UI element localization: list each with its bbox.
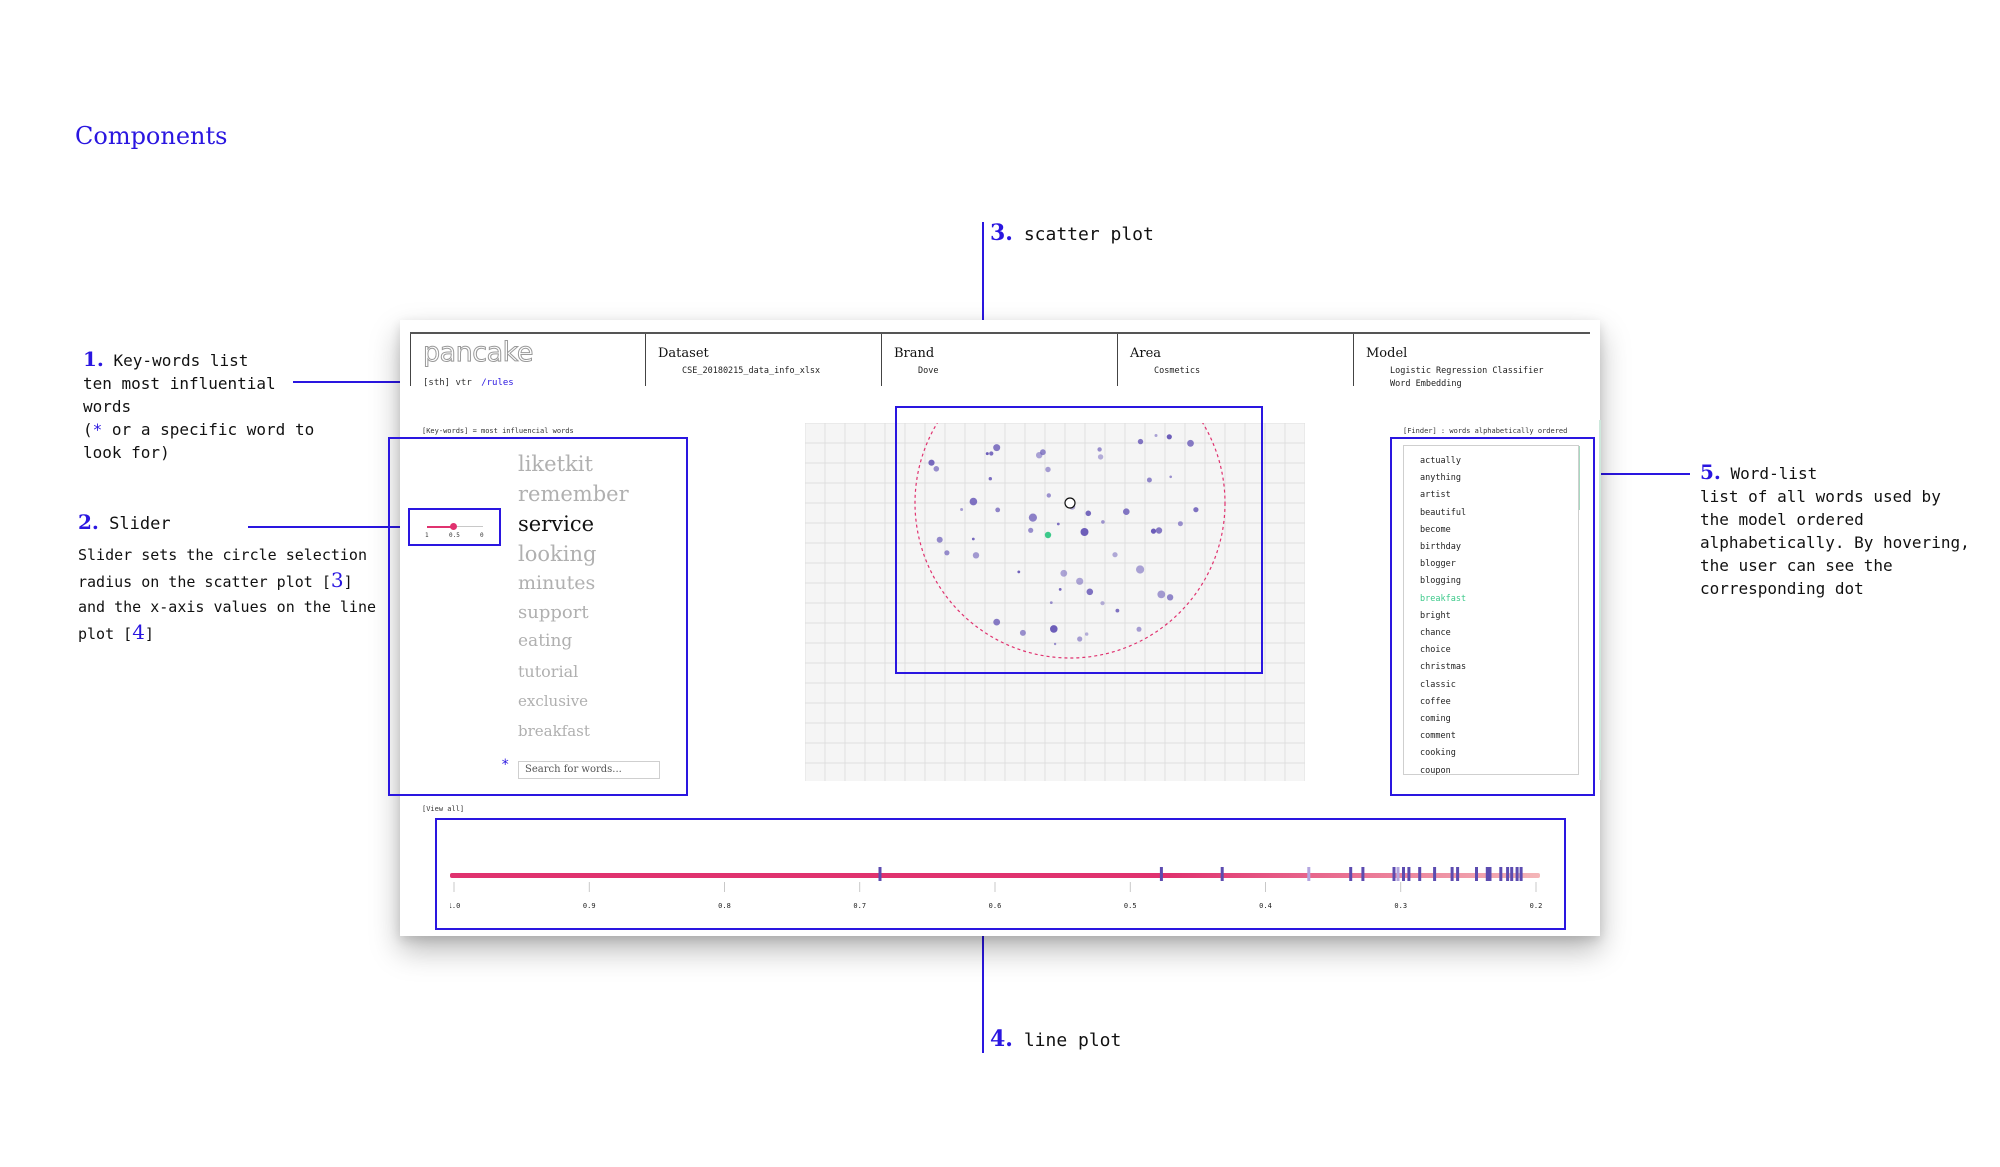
asterisk-icon: * — [92, 420, 103, 439]
app-logo[interactable]: pancake — [423, 339, 534, 367]
annotation-line: corresponding dot — [1700, 579, 1864, 598]
annotation-number: 3. — [990, 220, 1013, 246]
annotation-title: Key-words list — [113, 351, 249, 370]
app-screenshot: pancake [sth] vtr /rules Dataset CSE_201… — [388, 320, 1601, 936]
annotation-line: the user can see the — [1700, 556, 1893, 575]
dataset-label: Dataset — [658, 346, 709, 361]
connector-line — [1592, 473, 1690, 475]
annotation-line: ten most influential — [83, 374, 276, 393]
highlight-box-slider — [408, 508, 501, 546]
model-label: Model — [1366, 346, 1408, 361]
annotation-line: list of all words used by — [1700, 487, 1941, 506]
annotation-text: plot [ — [78, 625, 133, 643]
header-model: Model Logistic Regression Classifier Wor… — [1354, 334, 1590, 389]
highlight-box-keywords — [388, 437, 688, 796]
header-dataset: Dataset CSE_20180215_data_info_xlsx — [646, 334, 882, 386]
annotation-line: alphabetically. By hovering, — [1700, 533, 1970, 552]
annotation-text: radius on the scatter plot [ — [78, 573, 331, 591]
vtr-link[interactable]: vtr — [456, 378, 472, 388]
annotation-number: 2. — [78, 510, 99, 534]
scroll-edge — [1599, 420, 1601, 780]
header-area: Area Cosmetics — [1118, 334, 1354, 386]
model-value: Word Embedding — [1390, 379, 1462, 389]
sth-link[interactable]: [sth] — [423, 378, 450, 388]
annotation-slider: 2. Slider Slider sets the circle selecti… — [78, 510, 376, 647]
annotation-wordlist: 5. Word-list list of all words used by t… — [1700, 461, 1970, 600]
annotation-title: Slider — [109, 514, 171, 534]
annotation-keywords: 1. Key-words list ten most influential w… — [83, 348, 314, 464]
annotation-text: ] — [343, 573, 353, 591]
annotation-line: the model ordered — [1700, 510, 1864, 529]
annotation-number: 4. — [990, 1026, 1013, 1052]
header-logo-cell: pancake [sth] vtr /rules — [410, 334, 646, 388]
annotation-line: Slider sets the circle selection — [78, 546, 367, 564]
annotation-lineplot: 4. line plot — [990, 1028, 1121, 1052]
highlight-box-scatter — [895, 406, 1263, 674]
header-links: [sth] vtr /rules — [423, 378, 514, 388]
brand-label: Brand — [894, 346, 935, 361]
annotation-title: scatter plot — [1023, 224, 1154, 245]
annotation-scatter: 3. scatter plot — [990, 222, 1154, 246]
area-value: Cosmetics — [1154, 366, 1201, 376]
header-brand: Brand Dove — [882, 334, 1118, 386]
annotation-line: look for) — [83, 443, 170, 462]
connector-line — [982, 928, 984, 1053]
area-label: Area — [1130, 346, 1162, 361]
view-all-link[interactable]: [View all] — [422, 805, 464, 813]
page-title: Components — [75, 122, 228, 150]
app-header: pancake [sth] vtr /rules Dataset CSE_201… — [410, 332, 1590, 389]
model-value: Logistic Regression Classifier — [1390, 366, 1544, 376]
connector-line — [248, 526, 410, 528]
annotation-title: Word-list — [1730, 464, 1818, 483]
keywords-caption: [Key-words] = most influencial words — [422, 427, 574, 435]
rules-link[interactable]: /rules — [481, 378, 514, 388]
annotation-text: or a specific word to — [102, 420, 315, 439]
reference-number: 4 — [132, 620, 145, 644]
finder-caption: [Finder] : words alphabetically ordered — [1403, 427, 1568, 435]
highlight-box-wordlist — [1390, 437, 1595, 796]
annotation-title: line plot — [1023, 1030, 1122, 1051]
annotation-number: 5. — [1700, 460, 1721, 484]
connector-line — [293, 381, 410, 383]
highlight-box-lineplot — [435, 818, 1566, 930]
annotation-line: and the x-axis values on the line — [78, 598, 377, 616]
reference-number: 3 — [330, 568, 344, 592]
annotation-text: ] — [144, 625, 154, 643]
annotation-line: words — [83, 397, 132, 416]
annotation-number: 1. — [83, 347, 104, 371]
dataset-value: CSE_20180215_data_info_xlsx — [682, 366, 821, 376]
brand-value: Dove — [918, 366, 939, 376]
annotation-text: ( — [83, 420, 93, 439]
